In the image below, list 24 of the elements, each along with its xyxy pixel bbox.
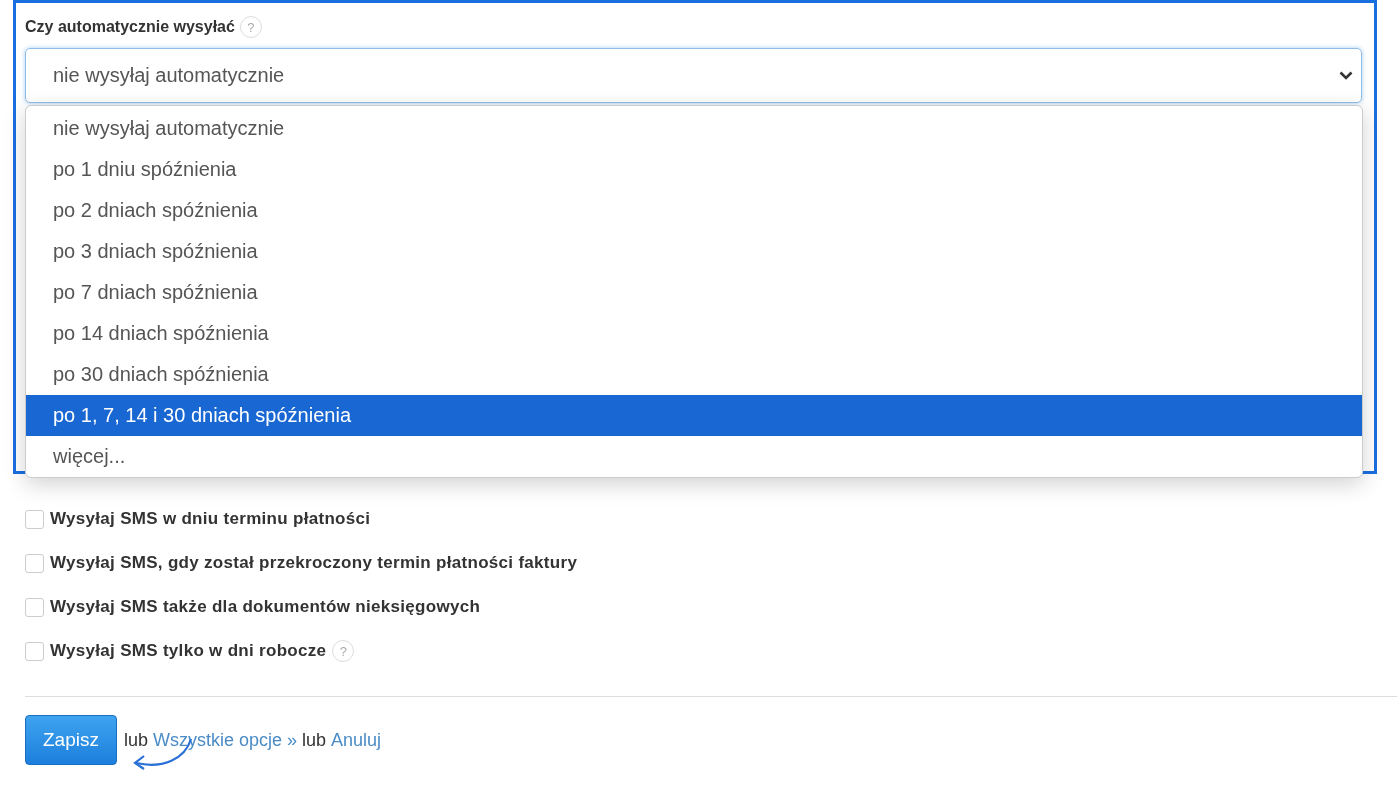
checkbox[interactable]: [25, 597, 44, 617]
field-label: Czy automatycznie wysyłać: [25, 18, 235, 36]
chevron-down-icon: [1339, 71, 1353, 80]
dropdown-option[interactable]: po 1, 7, 14 i 30 dniach spóźnienia: [26, 395, 1362, 436]
dropdown-option[interactable]: po 30 dniach spóźnienia: [26, 354, 1362, 395]
dropdown-option[interactable]: po 1 dniu spóźnienia: [26, 149, 1362, 190]
dropdown-option[interactable]: po 2 dniach spóźnienia: [26, 190, 1362, 231]
checkbox[interactable]: [25, 553, 44, 573]
checkbox[interactable]: [25, 641, 44, 661]
checkbox-label: Wysyłaj SMS tylko w dni robocze: [50, 641, 327, 661]
dropdown-option[interactable]: nie wysyłaj automatycznie: [26, 108, 1362, 149]
dropdown-option[interactable]: po 14 dniach spóźnienia: [26, 313, 1362, 354]
dropdown-option[interactable]: więcej...: [26, 436, 1362, 477]
separator-text: lub: [302, 729, 327, 751]
dropdown-option[interactable]: po 7 dniach spóźnienia: [26, 272, 1362, 313]
link[interactable]: Anuluj: [331, 729, 382, 751]
link[interactable]: Wszystkie opcje »: [153, 729, 298, 751]
checkbox-label: Wysyłaj SMS, gdy został przekroczony termin płatności faktury: [50, 553, 578, 573]
separator-text: lub: [123, 729, 148, 751]
dropdown-option[interactable]: po 3 dniach spóźnienia: [26, 231, 1362, 272]
checkbox[interactable]: [25, 509, 44, 529]
checkbox-label: Wysyłaj SMS także dla dokumentów nieksięgowych: [50, 597, 481, 617]
select-field[interactable]: nie wysyłaj automatycznie: [25, 48, 1362, 103]
checkbox-label: Wysyłaj SMS w dniu terminu płatności: [50, 509, 371, 529]
